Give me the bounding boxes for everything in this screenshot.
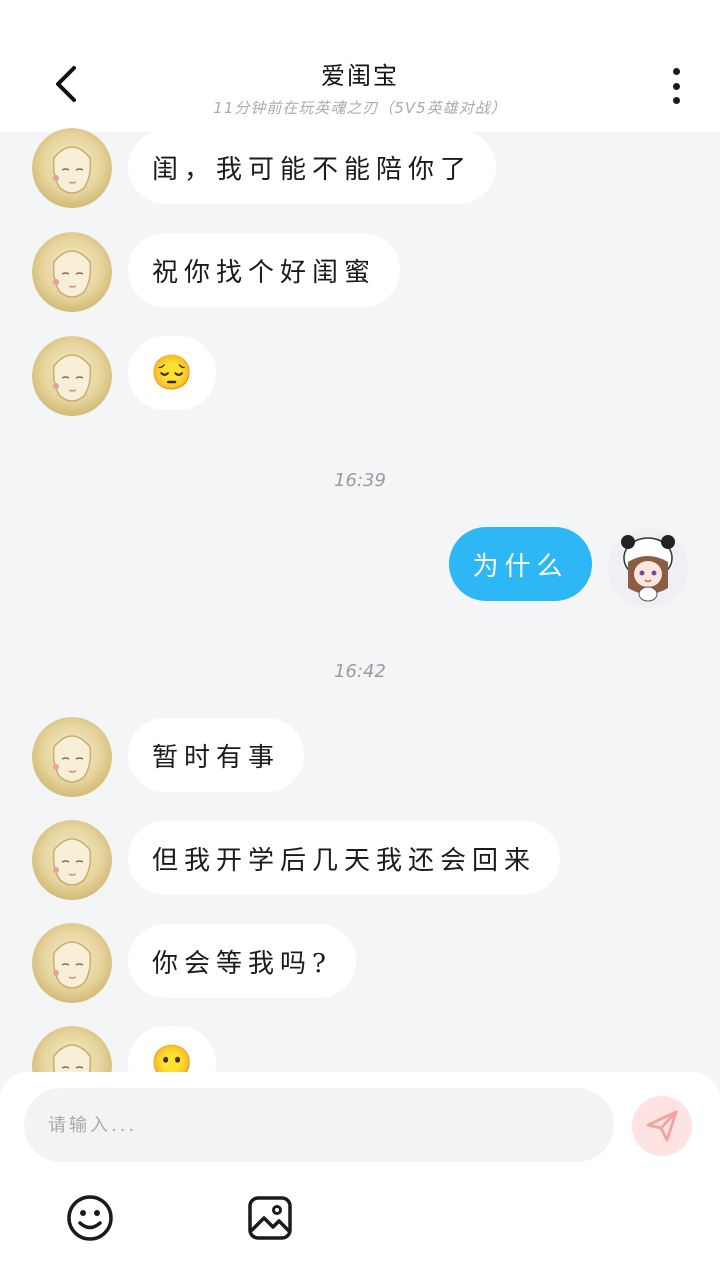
back-button[interactable] — [44, 62, 88, 106]
image-icon — [248, 1196, 292, 1240]
more-options-button[interactable] — [662, 64, 690, 108]
message-bubble[interactable]: 祝你找个好闺蜜 — [128, 233, 401, 307]
emoji-button[interactable] — [66, 1194, 114, 1242]
friend-avatar[interactable] — [32, 336, 112, 416]
contact-status: 11分钟前在玩英魂之刃（5V5英雄对战） — [213, 99, 507, 117]
emoji-message-bubble[interactable]: 😔 — [128, 336, 216, 410]
message-timestamp: 16:42 — [334, 661, 386, 682]
smiley-icon — [67, 1195, 113, 1241]
chat-header: 爱闺宝 11分钟前在玩英魂之刃（5V5英雄对战） — [0, 0, 720, 132]
input-panel — [0, 1072, 720, 1280]
more-vertical-icon — [672, 68, 680, 75]
chevron-left-icon — [56, 66, 76, 102]
send-button[interactable] — [632, 1096, 692, 1156]
my-message-bubble[interactable]: 为什么 — [449, 527, 592, 601]
pensive-face-emoji: 😔 — [150, 353, 194, 393]
friend-avatar[interactable] — [32, 923, 112, 1003]
message-bubble[interactable]: 但我开学后几天我还会回来 — [128, 821, 561, 895]
message-bubble[interactable]: 暂时有事 — [128, 718, 305, 792]
message-timestamp: 16:39 — [334, 470, 386, 491]
chat-screen: 爱闺宝 11分钟前在玩英魂之刃（5V5英雄对战） 闺，我可能不能陪你了 祝你找个… — [0, 0, 720, 1280]
message-input[interactable] — [24, 1088, 614, 1162]
message-bubble[interactable]: 你会等我吗? — [128, 924, 356, 998]
message-bubble[interactable]: 闺，我可能不能陪你了 — [128, 130, 497, 204]
friend-avatar[interactable] — [32, 128, 112, 208]
friend-avatar[interactable] — [32, 232, 112, 312]
paper-plane-icon — [646, 1110, 678, 1142]
friend-avatar[interactable] — [32, 717, 112, 797]
my-avatar[interactable] — [608, 528, 688, 608]
friend-avatar[interactable] — [32, 820, 112, 900]
chat-title-group: 爱闺宝 11分钟前在玩英魂之刃（5V5英雄对战） — [160, 56, 560, 118]
contact-name: 爱闺宝 — [321, 62, 399, 90]
image-picker-button[interactable] — [246, 1194, 294, 1242]
